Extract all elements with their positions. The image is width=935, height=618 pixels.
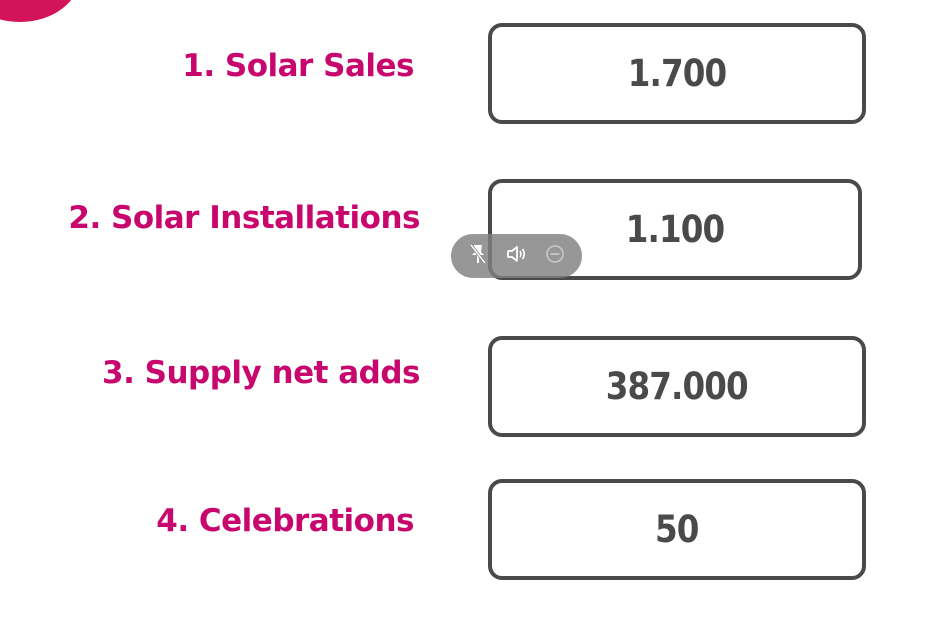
- metric-value-box-solar-sales: 1.700: [488, 23, 866, 124]
- unpin-icon: [468, 243, 488, 269]
- metric-value-box-supply-net-adds: 387.000: [488, 336, 866, 437]
- metric-label-supply-net-adds: 3. Supply net adds: [102, 355, 421, 391]
- metric-value-box-celebrations: 50: [488, 479, 866, 580]
- metric-label-solar-installations: 2. Solar Installations: [68, 200, 420, 236]
- speaker-icon: [505, 244, 527, 268]
- metric-value-celebrations: 50: [655, 508, 699, 551]
- minimize-button[interactable]: [540, 241, 570, 271]
- metric-value-solar-sales: 1.700: [627, 52, 727, 95]
- media-toolbar: [451, 234, 582, 278]
- metric-label-solar-sales: 1. Solar Sales: [182, 48, 414, 84]
- volume-button[interactable]: [501, 241, 531, 271]
- unpin-button[interactable]: [463, 241, 493, 271]
- minimize-icon: [544, 243, 566, 269]
- metric-label-celebrations: 4. Celebrations: [156, 503, 414, 539]
- metric-value-supply-net-adds: 387.000: [605, 365, 749, 408]
- decorative-corner-shape: [0, 0, 80, 22]
- metric-value-solar-installations: 1.100: [625, 208, 725, 251]
